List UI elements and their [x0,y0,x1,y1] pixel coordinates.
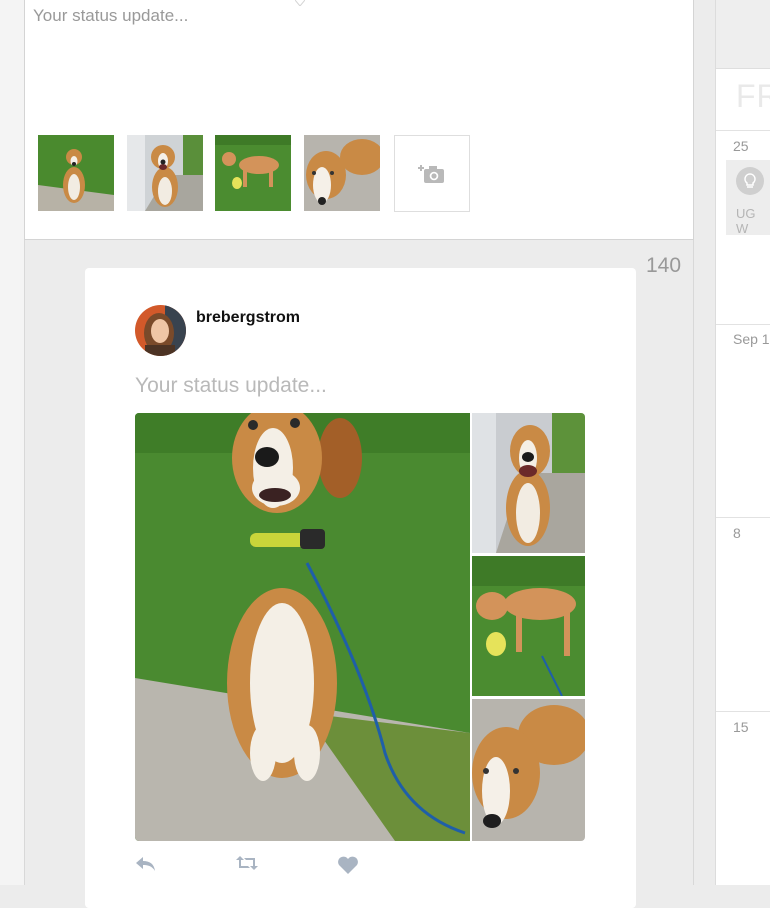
calendar-date: 8 [733,525,741,541]
dog-standing-photo [215,135,291,211]
photo-thumbnail[interactable] [127,135,203,211]
photo-thumbnail[interactable] [38,135,114,211]
calendar-day-name: FR [736,78,770,114]
calendar-row-divider [716,711,770,712]
calendar-row-divider [716,517,770,518]
calendar-date: Sep 1 [733,331,770,347]
retweet-button[interactable] [236,855,258,877]
tweet-composer [24,0,694,240]
status-input[interactable] [33,6,673,116]
reply-icon [136,857,155,871]
retweet-icon [236,856,258,870]
dog-lying-photo [304,135,380,211]
lightbulb-icon [736,167,764,195]
calendar-date: 25 [733,138,749,154]
character-count: 140 [646,254,682,277]
preview-status-text: Your status update... [135,374,327,397]
preview-photo[interactable] [472,556,585,696]
photo-thumbnail[interactable] [304,135,380,211]
reply-button[interactable] [135,855,157,877]
preview-photo-main[interactable] [135,413,470,841]
preview-photo[interactable] [472,413,585,553]
dog-standing-photo [472,556,585,696]
calendar-event-label: UG W [736,206,756,236]
username: brebergstrom [196,309,301,326]
photo-thumbnail[interactable] [215,135,291,211]
dog-sitting-photo [38,135,114,211]
calendar-header [716,0,770,69]
calendar-date: 15 [733,719,749,735]
preview-photo[interactable] [472,699,585,841]
camera-plus-icon [418,164,444,183]
avatar [135,305,186,356]
dog-sitting-photo [135,413,470,841]
like-icon [338,856,358,874]
calendar-row-divider [716,130,770,131]
like-button[interactable] [337,855,359,877]
add-photo-button[interactable] [394,135,470,212]
calendar-background: FR 25 UG W Sep 1 8 15 [715,0,770,885]
calendar-row-divider [716,324,770,325]
dog-smiling-photo [127,135,203,211]
dog-smiling-photo [472,413,585,553]
left-panel-edge [0,0,24,885]
dog-lying-photo [472,699,585,841]
